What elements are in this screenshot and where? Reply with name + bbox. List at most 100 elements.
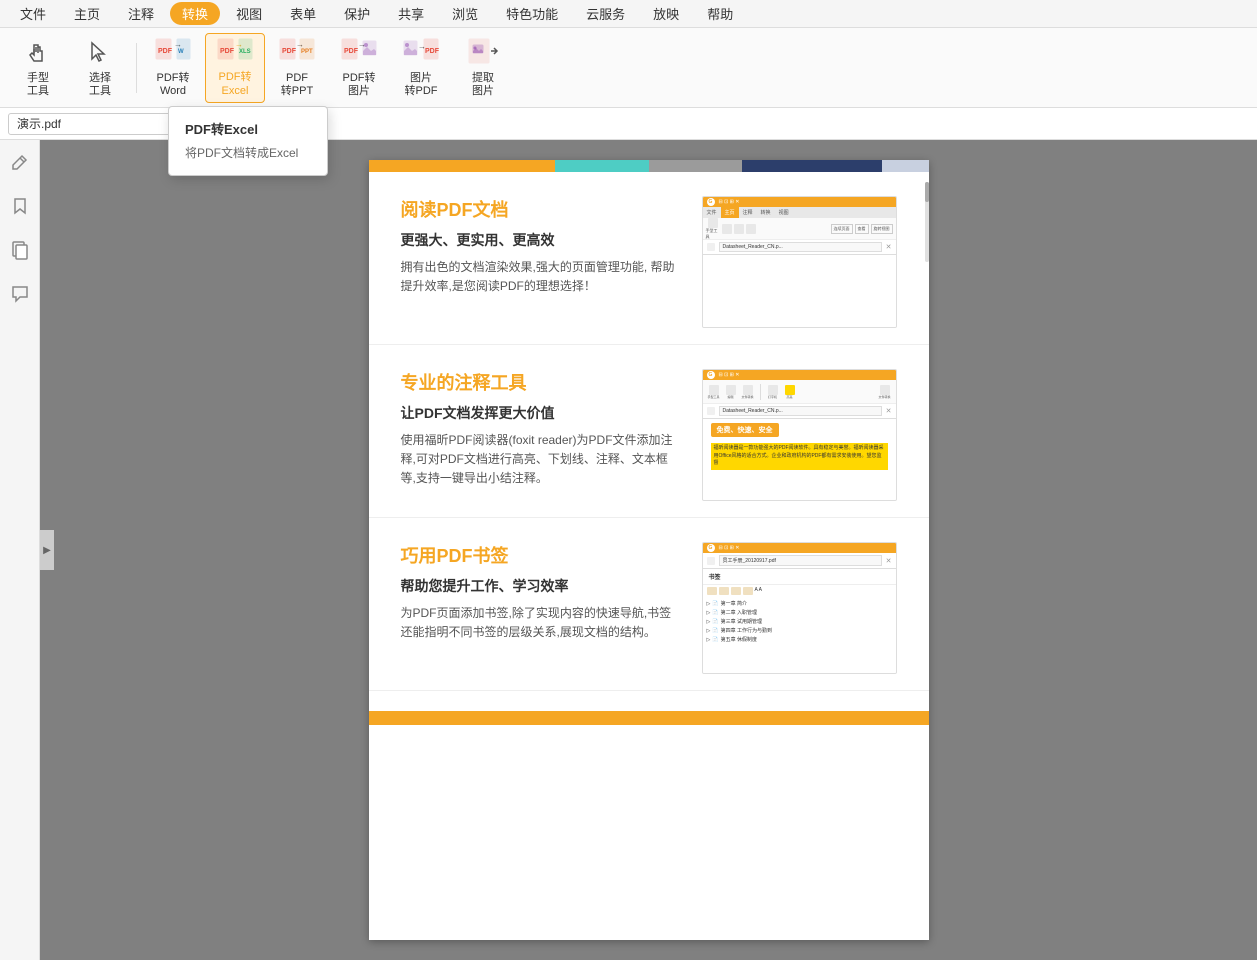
mini-ann-edit-icon: [726, 385, 736, 395]
annotate-text: 专业的注释工具 让PDF文档发挥更大价值 使用福昕PDF阅读器(foxit re…: [401, 369, 682, 501]
mini-screenshot-tool: [734, 224, 744, 234]
pdf-excel-icon: PDF → XLS: [217, 37, 253, 69]
mini-ann-hand: 手型工具: [706, 385, 722, 399]
bookmark-sidebar-icon[interactable]: [6, 192, 34, 220]
select-tool-button[interactable]: 选择工具: [70, 33, 130, 103]
annotate-section: 专业的注释工具 让PDF文档发挥更大价值 使用福昕PDF阅读器(foxit re…: [369, 345, 929, 518]
comment-sidebar-icon[interactable]: [6, 280, 34, 308]
svg-text:PDF: PDF: [158, 48, 173, 55]
dropdown-title: PDF转Excel: [169, 115, 327, 142]
svg-text:PDF: PDF: [425, 48, 439, 55]
mini-highlight-icon: [785, 385, 795, 395]
left-sidebar: [0, 140, 40, 960]
mini-hand-icon: [708, 218, 718, 228]
mini-ann-convert-label: 文件转换: [741, 395, 753, 399]
menu-slideshow[interactable]: 放映: [641, 2, 691, 25]
mini-bk-expand-5: ▷: [707, 637, 711, 643]
mini-menu-annotate: 注释: [739, 209, 757, 216]
pdf-image-icon: PDF →: [341, 37, 377, 71]
mini-bk-label-4: 第四章 工作行为与勤到: [721, 627, 772, 634]
annotate-screenshot: G ⊟ ⊡ ⊞ ✕ 手型工具: [702, 369, 897, 501]
mini-badge: 免费、快速、安全: [711, 423, 779, 437]
mini-bk-label-1: 第一章 简介: [721, 600, 747, 607]
mini-ann-filename: Datasheet_Reader_CN.p...: [719, 406, 882, 416]
menu-cloud[interactable]: 云服务: [574, 2, 637, 25]
mini-bk-filename: 员工手册_20120917.pdf: [719, 555, 882, 566]
pages-sidebar-icon[interactable]: [6, 236, 34, 264]
bookmark-screenshot: G ⊟ ⊡ ⊞ ✕ 员工手册_20120917.pdf ✕ 书签: [702, 542, 897, 674]
pdf-viewer[interactable]: 阅读PDF文档 更强大、更实用、更高效 拥有出色的文档渲染效果,强大的页面管理功…: [40, 140, 1257, 960]
mini-bk-doc-4: 📄: [712, 628, 718, 634]
stripe-orange: [369, 160, 556, 172]
mini-bk-item-3: ▷ 📄 第三章 试用期管理: [707, 617, 892, 626]
pdf-page: 阅读PDF文档 更强大、更实用、更高效 拥有出色的文档渲染效果,强大的页面管理功…: [369, 160, 929, 940]
menu-share[interactable]: 共享: [386, 2, 436, 25]
mini-ann-edit-label: 编辑: [727, 395, 733, 399]
read-subtitle: 更强大、更实用、更高效: [401, 230, 682, 250]
menu-home[interactable]: 主页: [62, 2, 112, 25]
menu-convert[interactable]: 转换: [170, 2, 220, 25]
pdf-ppt-icon: PDF → PPT: [279, 37, 315, 71]
mini-ann-hand-label: 手型工具: [707, 395, 719, 399]
stripe-teal: [555, 160, 648, 172]
image-to-pdf-label: 图片转PDF: [405, 72, 438, 98]
mini-bk-icon-2: [719, 587, 729, 595]
mini-ann-hand-icon: [709, 385, 719, 395]
menu-features[interactable]: 特色功能: [494, 2, 570, 25]
pdf-to-excel-button[interactable]: PDF → XLS PDF转Excel: [205, 33, 265, 103]
mini-bk-expand-4: ▷: [707, 628, 711, 634]
annotate-body: 使用福昕PDF阅读器(foxit reader)为PDF文件添加注释,可对PDF…: [401, 431, 682, 489]
mini-bk-edit-icon: [707, 557, 715, 565]
mini-bk-expand-1: ▷: [707, 601, 711, 607]
mini-ann-edit-btn: [707, 407, 715, 415]
mini-filename-bar: Datasheet_Reader_CN.p... ✕: [703, 240, 896, 255]
mini-hand-label: 手型工具: [706, 228, 720, 240]
bookmark-section: 巧用PDF书签 帮助您提升工作、学习效率 为PDF页面添加书签,除了实现内容的快…: [369, 518, 929, 691]
pdf-to-word-button[interactable]: PDF → W PDF转Word: [143, 33, 203, 103]
separator-1: [136, 43, 137, 93]
mini-menu-convert: 转换: [757, 209, 775, 216]
mini-bk-list: ▷ 📄 第一章 简介 ▷ 📄 第二章 入职管理: [703, 597, 896, 646]
read-title: 阅读PDF文档: [401, 196, 682, 222]
pdf-ppt-label: PDF转PPT: [281, 72, 313, 98]
svg-text:PDF: PDF: [344, 48, 359, 55]
menu-form[interactable]: 表单: [278, 2, 328, 25]
menu-help[interactable]: 帮助: [695, 2, 745, 25]
menu-browse[interactable]: 浏览: [440, 2, 490, 25]
menu-annotate[interactable]: 注释: [116, 2, 166, 25]
menu-file[interactable]: 文件: [8, 2, 58, 25]
stripe-light: [882, 160, 929, 172]
mini-edit-icon: [707, 243, 715, 251]
collapse-button[interactable]: ▶: [40, 530, 54, 570]
pdf-top-stripe: [369, 160, 929, 172]
menu-view[interactable]: 视图: [224, 2, 274, 25]
mini-ann-close: ✕: [886, 407, 892, 415]
mini-highlight-label: 高亮: [786, 395, 792, 399]
read-text: 阅读PDF文档 更强大、更实用、更高效 拥有出色的文档渲染效果,强大的页面管理功…: [401, 196, 682, 328]
svg-text:W: W: [178, 49, 184, 55]
mini-view-label: 查看: [855, 224, 869, 234]
pdf-word-icon: PDF → W: [155, 37, 191, 71]
mini-hand-tool: 手型工具: [706, 218, 720, 240]
edit-sidebar-icon[interactable]: [6, 148, 34, 176]
read-section: 阅读PDF文档 更强大、更实用、更高效 拥有出色的文档渲染效果,强大的页面管理功…: [369, 172, 929, 345]
hand-tool-button[interactable]: 手型工具: [8, 33, 68, 103]
mini-read-screen: G ⊟ ⊡ ⊞ ✕ 文件 主页 注释 转换 视图: [703, 197, 896, 327]
pdf-to-image-button[interactable]: PDF → PDF转图片: [329, 33, 389, 103]
mini-select-tool: [722, 224, 732, 234]
menu-protect[interactable]: 保护: [332, 2, 382, 25]
mini-app-icon: G: [707, 198, 715, 206]
mini-typewriter-label: 打字机: [768, 395, 777, 399]
pdf-word-label: PDF转Word: [157, 72, 190, 98]
image-to-pdf-button[interactable]: → PDF 图片转PDF: [391, 33, 451, 103]
mini-annotate-app-icon: G: [707, 371, 715, 379]
mini-ann-sep: [760, 384, 761, 400]
menu-bar: 文件 主页 注释 转换 视图 表单 保护 共享 浏览 特色功能 云服务 放映 帮…: [0, 0, 1257, 28]
main-layout: ▶ 阅读PDF文档 更强大、更实用、更高效 拥有出色的文: [0, 140, 1257, 960]
pdf-to-ppt-button[interactable]: PDF → PPT PDF转PPT: [267, 33, 327, 103]
mini-bk-font-label: A A: [755, 587, 763, 595]
svg-text:XLS: XLS: [239, 49, 251, 55]
pdf-excel-label: PDF转Excel: [219, 71, 252, 97]
mini-file-icon: [880, 385, 890, 395]
extract-image-button[interactable]: 提取图片: [453, 33, 513, 103]
